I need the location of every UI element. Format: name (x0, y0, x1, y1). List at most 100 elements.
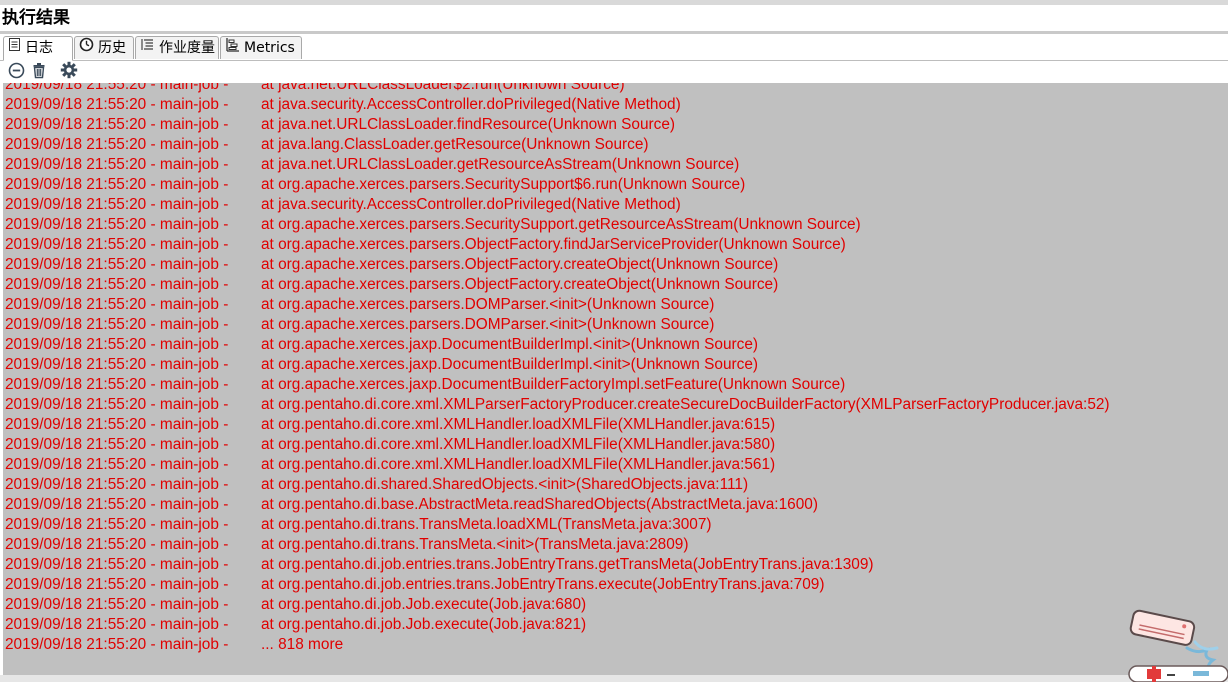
log-line-message: at org.pentaho.di.core.xml.XMLParserFact… (261, 396, 1110, 413)
log-line: 2019/09/18 21:55:20 - main-job - at org.p… (5, 475, 1110, 495)
log-line-message: at java.lang.ClassLoader.getResource(Unk… (261, 136, 649, 153)
log-line-message: at org.apache.xerces.parsers.DOMParser.<… (261, 296, 715, 313)
log-line: 2019/09/18 21:55:20 - main-job - at java.… (5, 115, 1110, 135)
log-line: 2019/09/18 21:55:20 - main-job - at java.… (5, 195, 1110, 215)
log-line: 2019/09/18 21:55:20 - main-job - at org.a… (5, 235, 1110, 255)
log-line-message: at org.apache.xerces.jaxp.DocumentBuilde… (261, 356, 759, 373)
log-toolbar (0, 61, 1228, 83)
log-line-message: at org.apache.xerces.parsers.SecuritySup… (261, 216, 861, 233)
log-line-prefix: 2019/09/18 21:55:20 - main-job - (5, 96, 229, 113)
log-settings-button[interactable] (60, 61, 78, 83)
log-line: 2019/09/18 21:55:20 - main-job - at org.a… (5, 355, 1110, 375)
log-line-message: at java.net.URLClassLoader.getResourceAs… (261, 156, 740, 173)
trash-icon (31, 62, 47, 83)
log-line: 2019/09/18 21:55:20 - main-job - at org.p… (5, 535, 1110, 555)
log-line-message: at org.apache.xerces.jaxp.DocumentBuilde… (261, 376, 846, 393)
log-line-prefix: 2019/09/18 21:55:20 - main-job - (5, 136, 229, 153)
log-line-message: at java.security.AccessController.doPriv… (261, 96, 681, 113)
log-line-prefix: 2019/09/18 21:55:20 - main-job - (5, 336, 229, 353)
log-line-prefix: 2019/09/18 21:55:20 - main-job - (5, 396, 229, 413)
log-line: 2019/09/18 21:55:20 - main-job - ... 818 … (5, 635, 1110, 655)
log-line-message: at org.apache.xerces.parsers.SecuritySup… (261, 176, 746, 193)
metrics-icon (225, 37, 240, 60)
tab-history[interactable]: 历史 (74, 36, 134, 59)
horizontal-scrollbar[interactable] (0, 675, 1228, 682)
log-line-prefix: 2019/09/18 21:55:20 - main-job - (5, 83, 229, 93)
log-line: 2019/09/18 21:55:20 - main-job - at java.… (5, 155, 1110, 175)
log-line-prefix: 2019/09/18 21:55:20 - main-job - (5, 376, 229, 393)
log-line-prefix: 2019/09/18 21:55:20 - main-job - (5, 616, 229, 633)
log-line-prefix: 2019/09/18 21:55:20 - main-job - (5, 496, 229, 513)
gear-icon (60, 61, 78, 83)
log-line: 2019/09/18 21:55:20 - main-job - at org.a… (5, 275, 1110, 295)
log-line: 2019/09/18 21:55:20 - main-job - at org.p… (5, 515, 1110, 535)
clear-log-button[interactable] (30, 62, 48, 83)
log-line-message: at org.pentaho.di.trans.TransMeta.loadXM… (261, 516, 712, 533)
tab-job-metrics-label: 作业度量 (159, 39, 215, 56)
log-line-prefix: 2019/09/18 21:55:20 - main-job - (5, 256, 229, 273)
log-line-message: at org.apache.xerces.parsers.DOMParser.<… (261, 316, 715, 333)
log-line-prefix: 2019/09/18 21:55:20 - main-job - (5, 156, 229, 173)
tab-history-label: 历史 (98, 39, 126, 56)
log-line: 2019/09/18 21:55:20 - main-job - at java.… (5, 135, 1110, 155)
log-line: 2019/09/18 21:55:20 - main-job - at java.… (5, 83, 1110, 95)
tab-job-metrics[interactable]: 作业度量 (135, 36, 219, 59)
tab-metrics[interactable]: Metrics (220, 36, 302, 59)
log-line: 2019/09/18 21:55:20 - main-job - at org.p… (5, 435, 1110, 455)
log-line: 2019/09/18 21:55:20 - main-job - at org.a… (5, 375, 1110, 395)
log-line-message: at org.pentaho.di.job.Job.execute(Job.ja… (261, 596, 587, 613)
log-output[interactable]: 2019/09/18 21:55:20 - main-job - at java.… (3, 83, 1228, 675)
log-line-message: at org.pentaho.di.base.AbstractMeta.read… (261, 496, 818, 513)
log-line-message: at org.pentaho.di.core.xml.XMLHandler.lo… (261, 456, 776, 473)
log-line: 2019/09/18 21:55:20 - main-job - at java.… (5, 95, 1110, 115)
log-line: 2019/09/18 21:55:20 - main-job - at org.a… (5, 335, 1110, 355)
log-line-message: at org.apache.xerces.parsers.ObjectFacto… (261, 256, 779, 273)
stop-button[interactable] (7, 62, 25, 83)
log-line-prefix: 2019/09/18 21:55:20 - main-job - (5, 456, 229, 473)
list-icon (140, 37, 155, 60)
log-line-message: at org.pentaho.di.shared.SharedObjects.<… (261, 476, 749, 493)
log-line-message: at org.pentaho.di.core.xml.XMLHandler.lo… (261, 416, 776, 433)
log-line: 2019/09/18 21:55:20 - main-job - at org.a… (5, 295, 1110, 315)
log-line-prefix: 2019/09/18 21:55:20 - main-job - (5, 356, 229, 373)
log-line-message: at org.pentaho.di.trans.TransMeta.<init>… (261, 536, 689, 553)
document-icon (8, 37, 21, 60)
log-line-message: at org.pentaho.di.job.entries.trans.JobE… (261, 576, 825, 593)
log-line-prefix: 2019/09/18 21:55:20 - main-job - (5, 196, 229, 213)
log-line: 2019/09/18 21:55:20 - main-job - at org.p… (5, 395, 1110, 415)
log-line: 2019/09/18 21:55:20 - main-job - at org.p… (5, 595, 1110, 615)
mascot-sticker-image (1125, 608, 1228, 683)
log-line: 2019/09/18 21:55:20 - main-job - at org.a… (5, 175, 1110, 195)
panel-title: 执行结果 (2, 8, 70, 28)
log-line-prefix: 2019/09/18 21:55:20 - main-job - (5, 276, 229, 293)
log-line-message: at org.apache.xerces.parsers.ObjectFacto… (261, 236, 846, 253)
log-line-message: at org.apache.xerces.jaxp.DocumentBuilde… (261, 336, 759, 353)
log-line: 2019/09/18 21:55:20 - main-job - at org.p… (5, 615, 1110, 635)
log-line-prefix: 2019/09/18 21:55:20 - main-job - (5, 536, 229, 553)
log-line: 2019/09/18 21:55:20 - main-job - at org.p… (5, 455, 1110, 475)
log-line-prefix: 2019/09/18 21:55:20 - main-job - (5, 416, 229, 433)
log-line-prefix: 2019/09/18 21:55:20 - main-job - (5, 556, 229, 573)
log-line-message: ... 818 more (261, 636, 344, 653)
log-line-prefix: 2019/09/18 21:55:20 - main-job - (5, 596, 229, 613)
log-line: 2019/09/18 21:55:20 - main-job - at org.p… (5, 555, 1110, 575)
log-line-prefix: 2019/09/18 21:55:20 - main-job - (5, 236, 229, 253)
log-line: 2019/09/18 21:55:20 - main-job - at org.a… (5, 315, 1110, 335)
log-line-prefix: 2019/09/18 21:55:20 - main-job - (5, 296, 229, 313)
minus-circle-icon (8, 62, 25, 83)
log-line-prefix: 2019/09/18 21:55:20 - main-job - (5, 116, 229, 133)
log-line-message: at org.apache.xerces.parsers.ObjectFacto… (261, 276, 779, 293)
tab-log[interactable]: 日志 (3, 36, 73, 61)
log-line-message: at org.pentaho.di.job.Job.execute(Job.ja… (261, 616, 587, 633)
log-line-prefix: 2019/09/18 21:55:20 - main-job - (5, 216, 229, 233)
log-line-message: at org.pentaho.di.job.entries.trans.JobE… (261, 556, 874, 573)
tab-metrics-label: Metrics (244, 39, 295, 56)
log-line-prefix: 2019/09/18 21:55:20 - main-job - (5, 516, 229, 533)
title-separator (0, 31, 1228, 34)
log-line: 2019/09/18 21:55:20 - main-job - at org.a… (5, 255, 1110, 275)
log-line-message: at java.net.URLClassLoader$2.run(Unknown… (261, 83, 625, 93)
log-line: 2019/09/18 21:55:20 - main-job - at org.a… (5, 215, 1110, 235)
log-line: 2019/09/18 21:55:20 - main-job - at org.p… (5, 495, 1110, 515)
tab-log-label: 日志 (25, 40, 53, 56)
log-line-prefix: 2019/09/18 21:55:20 - main-job - (5, 436, 229, 453)
